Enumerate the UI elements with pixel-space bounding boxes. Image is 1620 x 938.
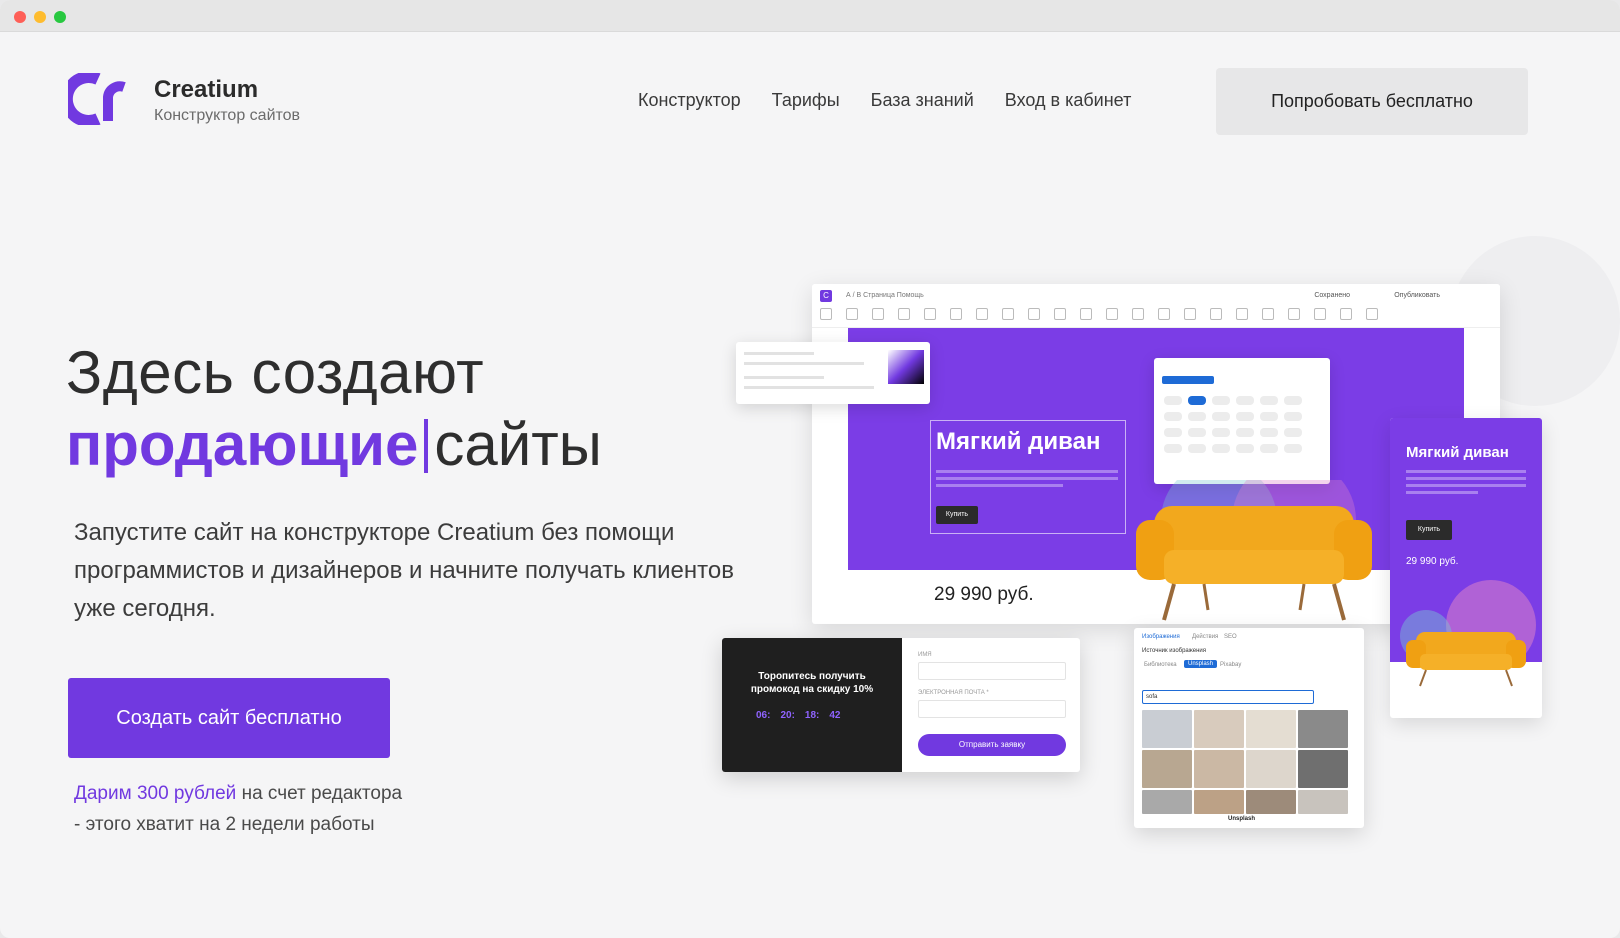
tool-icon [1080,308,1092,320]
editor-save-status: Сохранено [1314,292,1350,299]
window-titlebar [0,0,1620,32]
tool-icon [1288,308,1300,320]
tool-icon [1002,308,1014,320]
tool-icon [872,308,884,320]
editor-publish: Опубликовать [1394,292,1440,299]
timer-minutes: 18: [804,710,820,721]
promo-popup: Торопитесь получить промокод на скидку 1… [722,638,1080,772]
source-library: Библиотека [1144,662,1177,668]
product-buy-button: Купить [936,506,978,524]
try-free-button[interactable]: Попробовать бесплатно [1216,68,1528,135]
color-picker-panel [736,342,930,404]
product-description [936,470,1118,494]
tool-icon [1340,308,1352,320]
main-nav: Конструктор Тарифы База знаний Вход в ка… [638,90,1131,111]
tool-icon [1184,308,1196,320]
editor-pages-menu: А / В Страница Помощь [846,292,924,299]
gift-note: Дарим 300 рублей на счет редактора - это… [74,778,402,840]
hero-title-accent: продающие [66,411,419,478]
editor-logo-icon: C [820,290,832,302]
seo-tab: SEO [1224,634,1237,640]
tool-icon [950,308,962,320]
gift-highlight-link[interactable]: Дарим 300 рублей [74,783,236,804]
unsplash-credit: Unsplash [1228,816,1256,822]
close-window-button[interactable] [14,11,26,23]
tool-icon [846,308,858,320]
source-unsplash: Unsplash [1184,660,1218,668]
tool-icon [1028,308,1040,320]
timer-seconds: 42 [829,710,841,721]
hero-title-rest: сайты [434,411,602,478]
gift-rest-text: на счет редактора [241,783,403,804]
product-price: 29 990 руб. [934,584,1034,605]
promo-dark-panel [722,638,902,772]
mobile-buy-button: Купить [1406,520,1452,540]
brand-name[interactable]: Creatium [154,76,258,104]
image-picker-panel: Изображения Действия SEO Источник изобра… [1134,628,1364,828]
mobile-product-price: 29 990 руб. [1406,556,1459,567]
tool-icon [1054,308,1066,320]
countdown-timer: 06: 20: 18: 42 [756,710,840,721]
browser-window: Creatium Конструктор сайтов Конструктор … [0,0,1620,938]
typing-cursor [424,419,429,473]
hero-description: Запустите сайт на конструкторе Creatium … [74,519,734,622]
nav-item-login[interactable]: Вход в кабинет [1005,90,1132,111]
form-email-field [918,700,1066,718]
image-source-label: Источник изображения [1142,648,1207,654]
gift-line2: - этого хватит на 2 недели работы [74,814,375,835]
form-submit-button: Отправить заявку [918,734,1066,756]
color-gradient [888,350,924,384]
sofa-image [1136,480,1372,621]
hero-title-line1: Здесь создают [66,339,485,406]
mobile-product-description [1406,470,1526,498]
nav-item-pricing[interactable]: Тарифы [772,90,840,111]
image-search-input: sofa [1142,690,1314,704]
timer-days: 06: [756,710,771,721]
form-email-label: ЭЛЕКТРОННАЯ ПОЧТА * [918,690,989,696]
tool-icon [976,308,988,320]
mobile-product-title: Мягкий диван [1406,444,1509,461]
tool-icon [1106,308,1118,320]
form-name-field [918,662,1066,680]
editor-toolbar [820,308,1378,320]
hero-title-line2: продающие сайты [66,410,602,479]
nav-item-constructor[interactable]: Конструктор [638,90,741,111]
mobile-preview: Мягкий диван Купить 29 990 руб. [1390,418,1542,718]
creatium-logo-icon[interactable] [68,73,130,125]
tool-icon [1132,308,1144,320]
editor-topbar: C А / В Страница Помощь Сохранено Опубли… [812,284,1500,328]
create-site-button[interactable]: Создать сайт бесплатно [68,678,390,758]
tool-icon [924,308,936,320]
image-tab: Изображения [1142,634,1180,640]
promo-text: Торопитесь получить промокод на скидку 1… [750,671,874,695]
tool-icon [1158,308,1170,320]
tool-icon [1314,308,1326,320]
tool-icon [898,308,910,320]
mobile-sofa-image [1406,632,1526,687]
tool-icon [1366,308,1378,320]
tool-icon [820,308,832,320]
source-pixabay: Pixabay [1220,662,1242,668]
brand-tagline: Конструктор сайтов [154,107,301,124]
tool-icon [1262,308,1274,320]
nav-item-knowledge-base[interactable]: База знаний [871,90,974,111]
product-title: Мягкий диван [936,428,1101,455]
tool-icon [1236,308,1248,320]
timer-hours: 20: [780,710,795,721]
minimize-window-button[interactable] [34,11,46,23]
block-settings-panel [1154,358,1330,484]
actions-tab: Действия [1192,634,1219,640]
settings-tab-active [1162,376,1214,384]
form-name-label: ИМЯ [918,652,932,658]
tool-icon [1210,308,1222,320]
maximize-window-button[interactable] [54,11,66,23]
